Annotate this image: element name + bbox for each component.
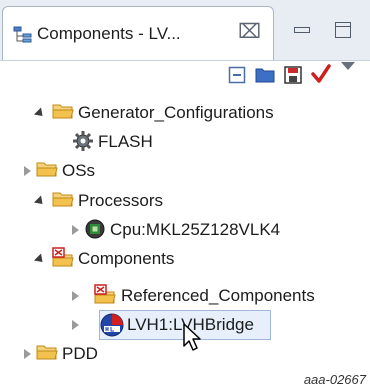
collapsed-arrow-icon[interactable] [24, 166, 31, 176]
component-bean-icon [100, 313, 124, 342]
folder-icon [52, 189, 74, 214]
figure-code: aaa-02667 [303, 372, 366, 387]
tree-item-referenced-components[interactable]: Referenced_Components [0, 281, 370, 311]
tree-item-flash[interactable]: FLASH [0, 127, 370, 157]
tree-item-oss[interactable]: OSs [0, 156, 370, 186]
mouse-cursor-icon [182, 322, 204, 357]
tree-item-label: OSs [62, 161, 96, 180]
checkmark-icon[interactable] [311, 64, 331, 89]
tree-item-label: Components [78, 249, 175, 268]
expanded-arrow-icon[interactable] [33, 195, 47, 208]
tree-item-label: PDD [62, 344, 98, 363]
save-icon[interactable] [284, 66, 302, 89]
tree-item-label: FLASH [98, 132, 153, 151]
folder-icon [36, 342, 58, 367]
folder-icon [52, 101, 74, 126]
maximize-icon[interactable] [335, 22, 351, 38]
tree-item-components[interactable]: Components [0, 244, 370, 274]
tab-title: Components - LV... [37, 24, 181, 43]
collapsed-arrow-icon[interactable] [72, 320, 79, 330]
minimize-icon[interactable] [294, 27, 310, 33]
tab-bar: Components - LV... ⌧ [0, 0, 370, 61]
gear-icon [72, 130, 94, 157]
components-view: Components - LV... ⌧ Generator_Configura… [0, 0, 370, 370]
tree-item-label: Processors [78, 191, 164, 210]
tree-item-cpu[interactable]: Cpu:MKL25Z128VLK4 [0, 215, 370, 245]
collapsed-arrow-icon[interactable] [72, 291, 79, 301]
expanded-arrow-icon[interactable] [33, 107, 47, 120]
tab-components[interactable]: Components - LV... ⌧ [2, 6, 274, 60]
tree-item-generator-configurations[interactable]: Generator_Configurations [0, 98, 370, 128]
components-folder-icon [94, 284, 116, 311]
folder-icon[interactable] [255, 66, 275, 89]
expanded-arrow-icon[interactable] [33, 253, 47, 266]
view-menu-icon[interactable] [341, 62, 355, 70]
tree-item-processors[interactable]: Processors [0, 186, 370, 216]
folder-icon [36, 159, 58, 184]
tree-item-label: Generator_Configurations [78, 103, 274, 122]
processor-chip-icon [84, 218, 106, 245]
close-icon[interactable]: ⌧ [238, 21, 261, 43]
components-folder-icon [52, 247, 74, 274]
tree-item-label: Referenced_Components [121, 286, 315, 305]
components-view-icon [13, 26, 33, 49]
collapse-all-icon[interactable] [228, 66, 246, 89]
collapsed-arrow-icon[interactable] [72, 225, 79, 235]
tree-item-label: Cpu:MKL25Z128VLK4 [110, 220, 281, 239]
collapsed-arrow-icon[interactable] [24, 349, 31, 359]
